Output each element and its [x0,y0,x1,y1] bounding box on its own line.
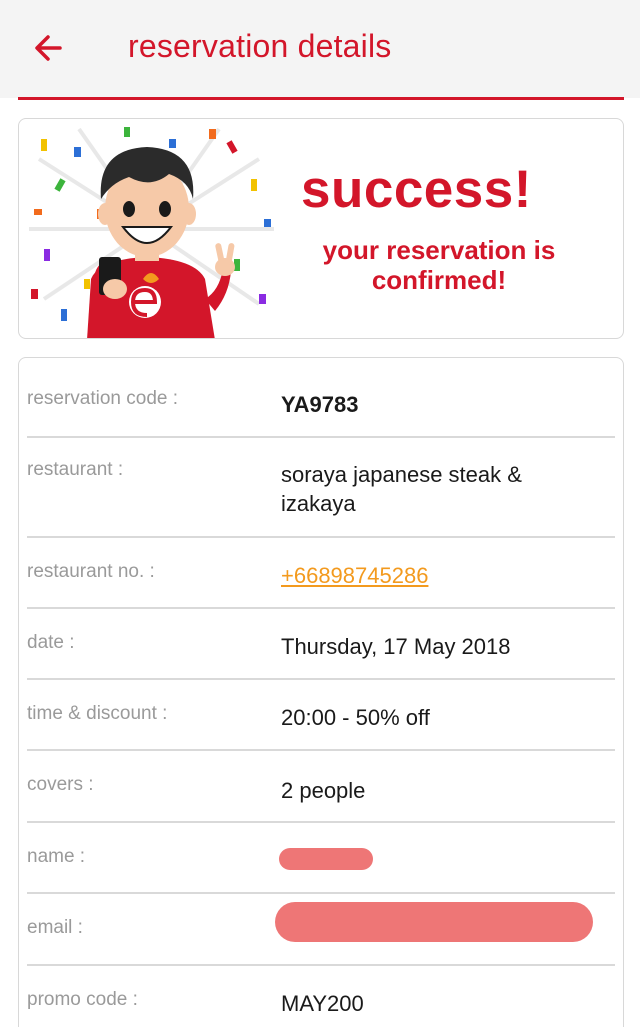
reservation-details-card: reservation code : YA9783 restaurant : s… [18,357,624,1027]
label-email: email : [27,917,83,938]
label-restaurant: restaurant : [27,459,124,480]
label-reservation-code: reservation code : [27,388,179,409]
value-reservation-code: YA9783 [281,392,359,417]
confirmation-message: your reservation is confirmed! [322,235,556,295]
app-bar: reservation details [0,0,640,98]
redacted-name [279,848,373,870]
label-restaurant-no: restaurant no. : [27,561,155,582]
redacted-email [275,902,593,942]
value-promo-code: MAY200 [281,991,364,1016]
mascot-illustration-icon [29,127,274,338]
header-divider [18,97,624,100]
label-time-discount: time & discount : [27,703,168,724]
label-name: name : [27,846,86,867]
value-covers: 2 people [281,778,366,803]
divider [27,607,615,609]
arrow-left-icon[interactable] [28,24,76,72]
divider [27,964,615,966]
value-restaurant: soraya japanese steak & izakaya [281,462,522,516]
divider [27,892,615,894]
divider [27,821,615,823]
phone-link[interactable]: +66898745286 [281,561,601,590]
divider [27,536,615,538]
value-date: Thursday, 17 May 2018 [281,634,511,659]
label-covers: covers : [27,774,94,795]
label-date: date : [27,632,75,653]
success-headline: success! [301,160,532,219]
divider [27,436,615,438]
divider [27,749,615,751]
label-promo-code: promo code : [27,989,138,1010]
divider [27,678,615,680]
page-title: reservation details [128,28,392,64]
success-banner: success! your reservation is confirmed! [18,118,624,339]
value-time-discount: 20:00 - 50% off [281,705,430,730]
